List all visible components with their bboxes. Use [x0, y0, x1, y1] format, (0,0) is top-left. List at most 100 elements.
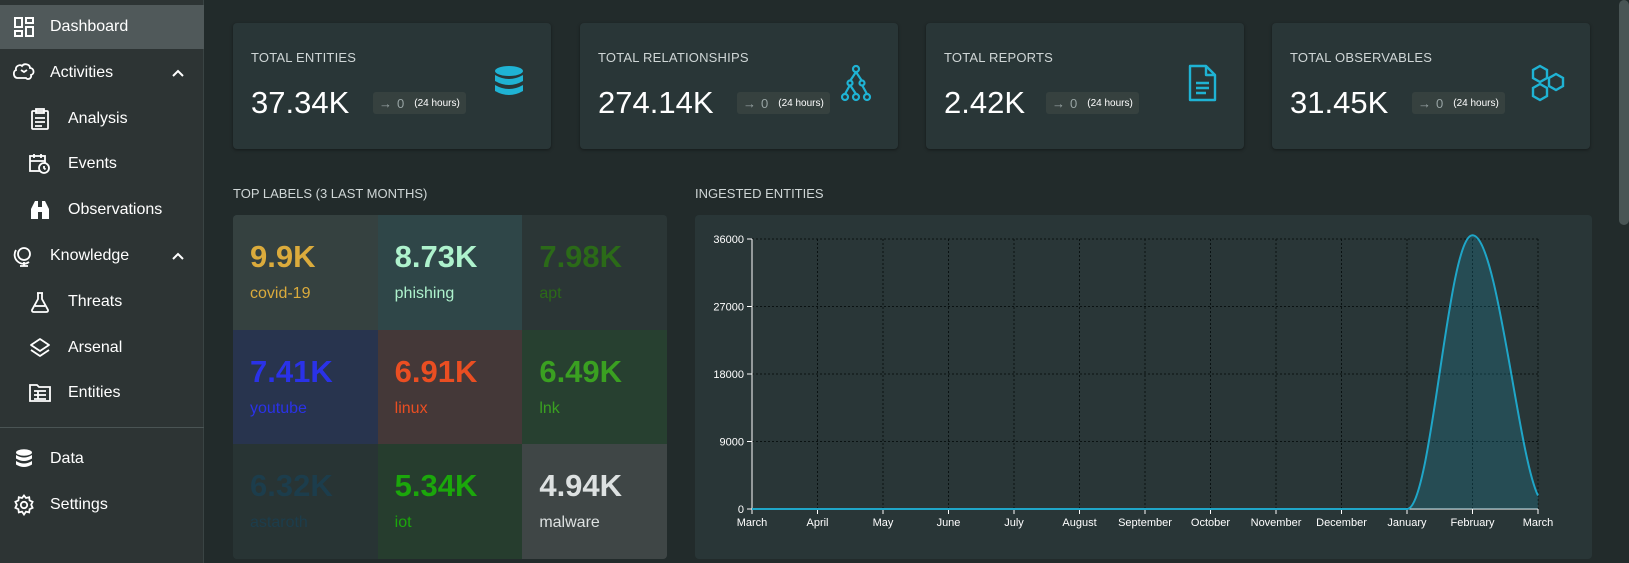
- sidebar-item-threats[interactable]: Threats: [0, 280, 204, 324]
- delta-period: (24 hours): [778, 97, 824, 109]
- sidebar-item-label: Entities: [68, 384, 121, 401]
- delta-value: 0: [397, 95, 405, 111]
- stat-value: 2.42K: [944, 85, 1026, 120]
- document-icon: [1188, 64, 1217, 102]
- globe-icon: [12, 245, 36, 267]
- label-name: phishing: [394, 285, 455, 302]
- stat-card-reports: TOTAL REPORTS 2.42K → 0 (24 hours): [926, 23, 1244, 149]
- label-name: youtube: [250, 399, 307, 417]
- y-tick-label: 9000: [720, 437, 744, 449]
- x-tick-label: April: [806, 517, 828, 529]
- database-icon: [495, 66, 523, 95]
- label-cell-apt[interactable]: 7.98K apt: [522, 215, 667, 330]
- x-tick-label: August: [1062, 517, 1096, 529]
- stat-card-relationships: TOTAL RELATIONSHIPS 274.14K → 0 (24 hours): [580, 23, 898, 149]
- stat-delta: → 0 (24 hours): [737, 92, 830, 114]
- label-value: 9.9K: [250, 239, 316, 274]
- label-name: astaroth: [250, 514, 308, 532]
- calendar-clock-icon: [28, 153, 52, 175]
- stat-delta: → 0 (24 hours): [1412, 92, 1505, 114]
- sidebar-item-observations[interactable]: Observations: [0, 188, 204, 232]
- delta-value: 0: [761, 95, 769, 111]
- sidebar-item-knowledge[interactable]: Knowledge: [0, 234, 204, 278]
- label-name: linux: [394, 399, 428, 417]
- label-value: 6.91K: [394, 353, 478, 389]
- sidebar-item-activities[interactable]: Activities: [0, 51, 204, 95]
- arrow-right-icon: →: [1052, 95, 1065, 111]
- label-value: 7.41K: [250, 353, 333, 389]
- flask-icon: [28, 291, 52, 313]
- sidebar-item-dashboard[interactable]: Dashboard: [0, 5, 204, 49]
- stat-value: 31.45K: [1290, 85, 1389, 120]
- label-cell-iot[interactable]: 5.34K iot: [377, 444, 523, 559]
- sidebar: Dashboard Activities Analysis Events Obs…: [0, 0, 204, 563]
- x-tick-label: October: [1191, 517, 1230, 529]
- scrollbar-thumb[interactable]: [1619, 0, 1629, 225]
- x-tick-label: June: [937, 517, 961, 529]
- x-tick-label: November: [1251, 517, 1302, 529]
- delta-value: 0: [1070, 95, 1078, 111]
- sidebar-item-events[interactable]: Events: [0, 142, 204, 186]
- sidebar-item-arsenal[interactable]: Arsenal: [0, 326, 204, 370]
- label-cell-astaroth[interactable]: 6.32K astaroth: [233, 444, 378, 559]
- y-tick-label: 36000: [713, 234, 744, 246]
- stat-delta: → 0 (24 hours): [1046, 92, 1139, 114]
- label-cell-phishing[interactable]: 8.73K phishing: [377, 215, 523, 330]
- sidebar-item-data[interactable]: Data: [0, 437, 204, 481]
- chart-svg: 36000 27000 18000 9000 0March April May June Jul…: [713, 234, 1553, 529]
- arrow-right-icon: →: [743, 95, 756, 111]
- label-value: 6.32K: [250, 468, 333, 504]
- stat-title: TOTAL ENTITIES: [251, 50, 357, 65]
- label-value: 7.98K: [539, 239, 623, 274]
- label-name: iot: [394, 514, 412, 532]
- sidebar-item-label: Settings: [50, 496, 108, 513]
- label-cell-malware[interactable]: 4.94K malware: [522, 444, 667, 559]
- chevron-up-icon[interactable]: [170, 248, 186, 264]
- dashboard-icon: [12, 16, 36, 38]
- sidebar-item-label: Events: [68, 155, 117, 172]
- graph-icon: [840, 64, 872, 102]
- label-cell-lnk[interactable]: 6.49K lnk: [522, 329, 667, 445]
- stat-value: 274.14K: [598, 85, 714, 120]
- sidebar-item-analysis[interactable]: Analysis: [0, 97, 204, 141]
- stat-card-observables: TOTAL OBSERVABLES 31.45K → 0 (24 hours): [1272, 23, 1590, 149]
- stat-title: TOTAL REPORTS: [944, 50, 1054, 65]
- stat-value: 37.34K: [251, 85, 350, 120]
- chevron-up-icon[interactable]: [170, 65, 186, 81]
- stat-title: TOTAL OBSERVABLES: [1290, 50, 1433, 65]
- sidebar-item-label: Activities: [50, 64, 114, 81]
- sidebar-item-label: Observations: [68, 201, 163, 218]
- sidebar-item-entities[interactable]: Entities: [0, 371, 204, 415]
- delta-period: (24 hours): [1087, 97, 1133, 109]
- label-cell-linux[interactable]: 6.91K linux: [377, 329, 523, 445]
- top-labels-panel: 9.9K covid-19 8.73K phishing 7.98K apt 7.41K yo…: [233, 215, 667, 559]
- sidebar-item-label: Knowledge: [50, 247, 130, 264]
- database-icon: [12, 448, 36, 470]
- x-tick-label: March: [737, 517, 768, 529]
- label-cell-covid-19[interactable]: 9.9K covid-19: [233, 215, 378, 330]
- y-tick-label: 0: [738, 504, 744, 516]
- x-tick-label: May: [873, 517, 894, 529]
- y-tick-label: 27000: [713, 302, 744, 314]
- label-value: 6.49K: [539, 353, 623, 389]
- stat-delta: → 0 (24 hours): [373, 92, 466, 114]
- x-tick-label: September: [1118, 517, 1172, 529]
- sidebar-item-label: Threats: [68, 293, 123, 310]
- x-tick-label: July: [1004, 517, 1024, 529]
- label-name: apt: [539, 285, 562, 302]
- binoculars-icon: [28, 199, 52, 221]
- sidebar-item-settings[interactable]: Settings: [0, 483, 204, 527]
- ingested-entities-chart: 36000 27000 18000 9000 0 March April May June Jul…: [695, 215, 1592, 559]
- brain-icon: [12, 62, 36, 84]
- clipboard-icon: [28, 108, 52, 130]
- folder-table-icon: [28, 382, 52, 404]
- y-tick-label: 18000: [713, 369, 744, 381]
- x-tick-label: February: [1450, 517, 1495, 529]
- arrow-right-icon: →: [1418, 95, 1431, 111]
- label-name: lnk: [539, 399, 560, 417]
- ingested-title: INGESTED ENTITIES: [695, 186, 824, 201]
- label-value: 4.94K: [539, 468, 623, 504]
- sidebar-item-label: Dashboard: [50, 18, 129, 35]
- layers-icon: [28, 337, 52, 359]
- label-cell-youtube[interactable]: 7.41K youtube: [233, 329, 378, 445]
